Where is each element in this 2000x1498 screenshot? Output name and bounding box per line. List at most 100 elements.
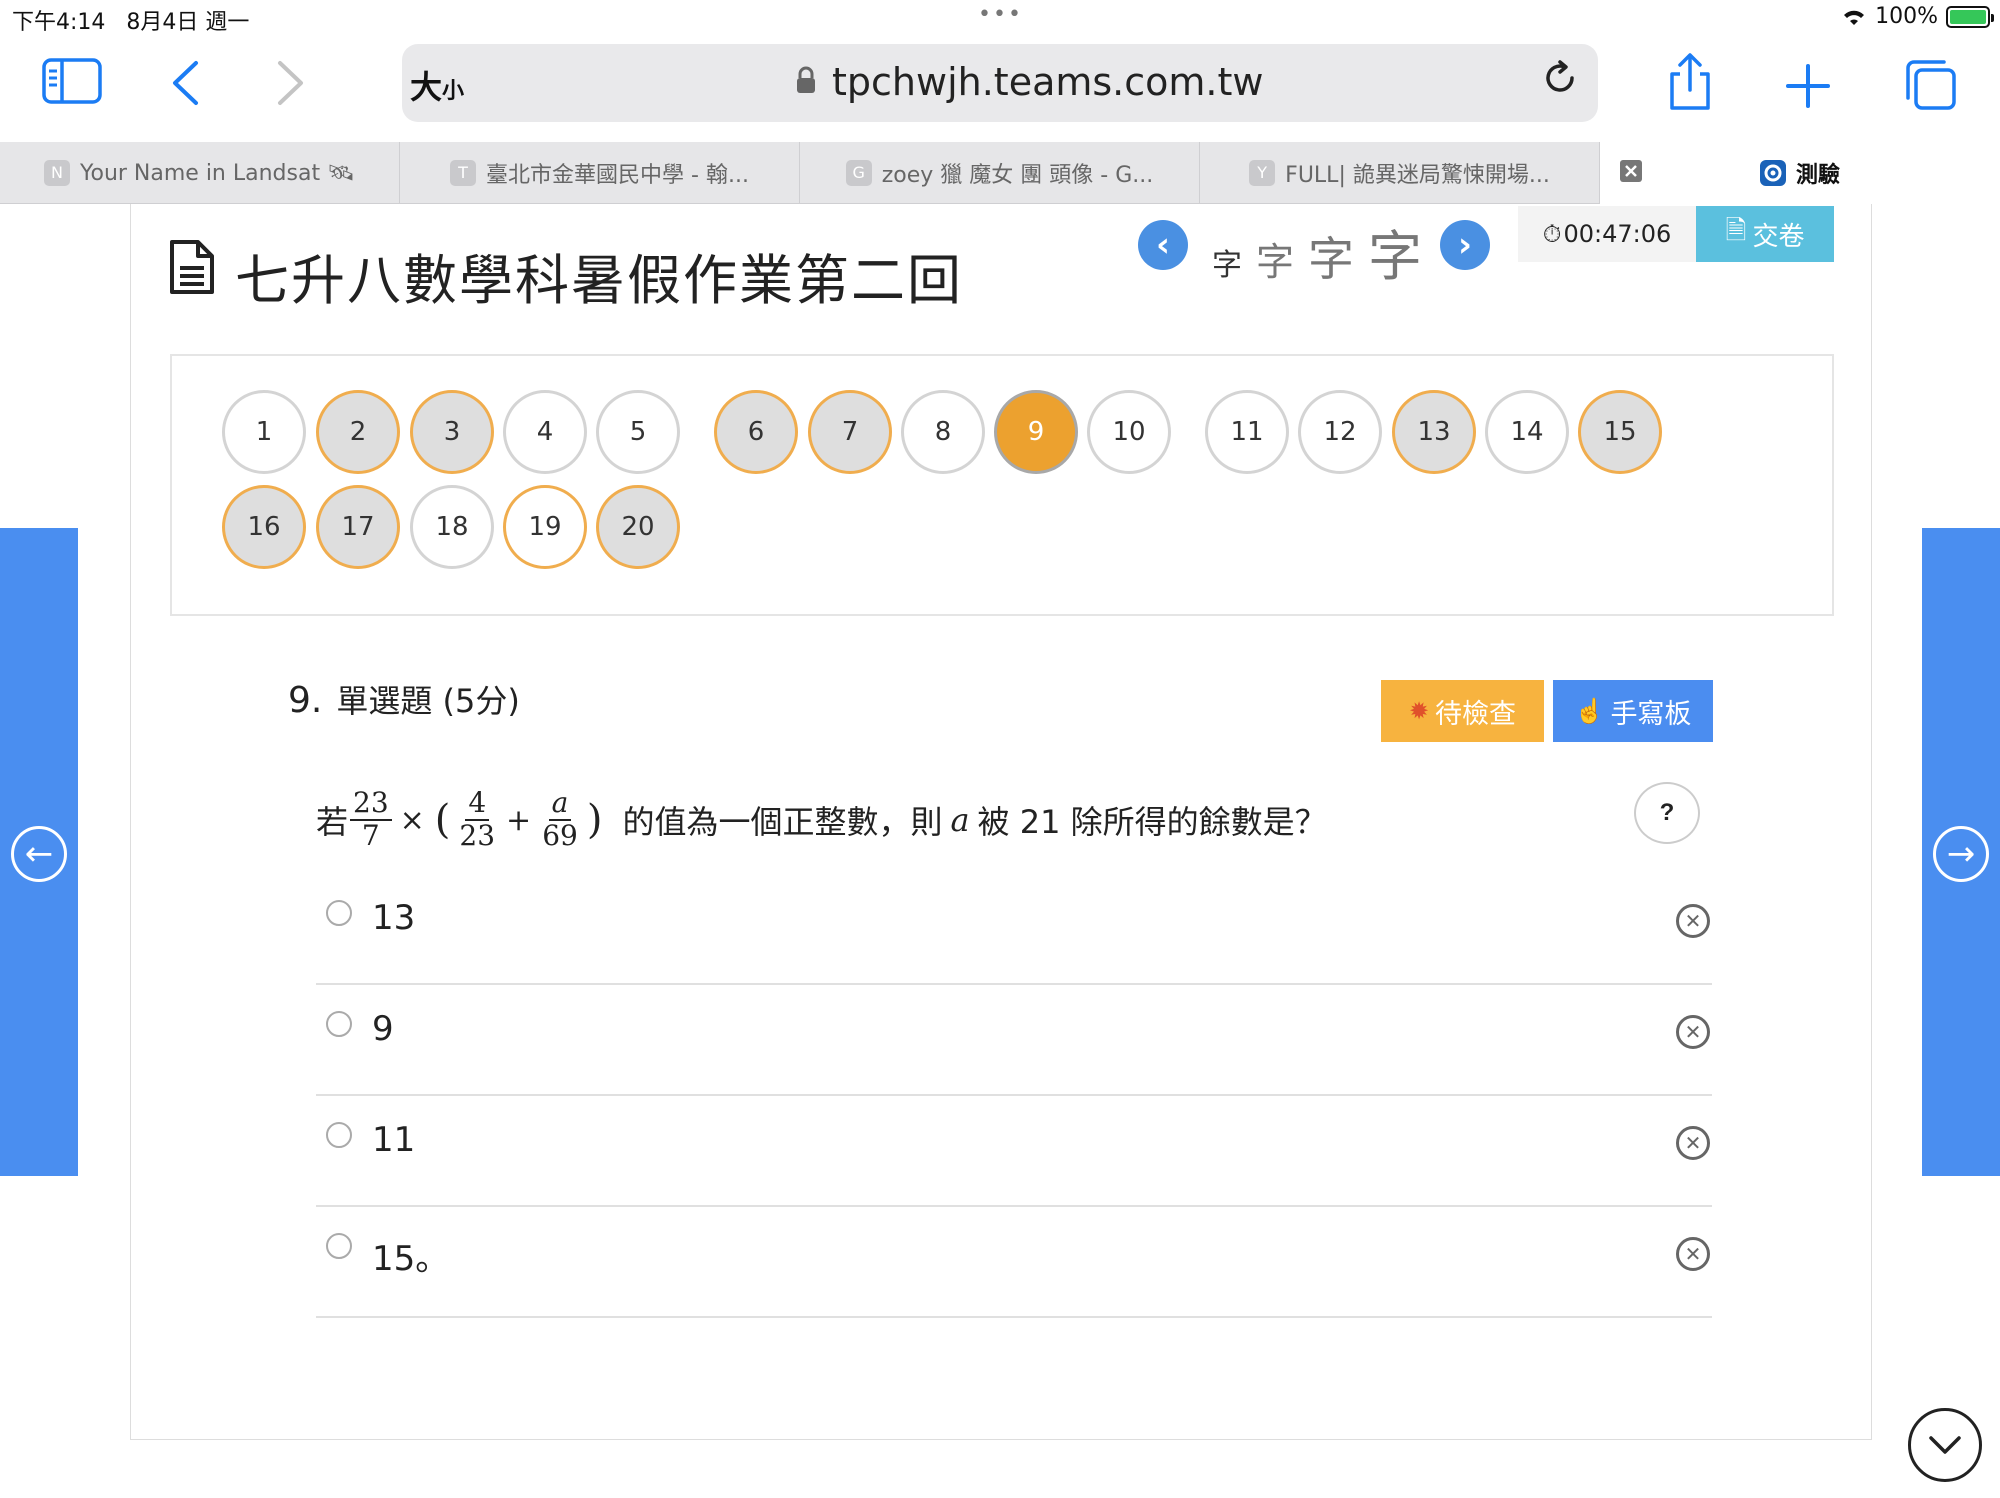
- stem-variable: a: [950, 801, 970, 839]
- question-nav-button[interactable]: 12: [1298, 390, 1382, 474]
- eliminate-option-icon[interactable]: ✕: [1676, 904, 1710, 938]
- close-tab-icon[interactable]: [1620, 160, 1642, 188]
- arrow-left-icon[interactable]: ←: [11, 826, 67, 882]
- question-nav-button[interactable]: 5: [596, 390, 680, 474]
- option-row[interactable]: 15。 ✕: [316, 1207, 1712, 1318]
- question-nav-button[interactable]: 8: [901, 390, 985, 474]
- font-increase-icon[interactable]: ›: [1440, 220, 1490, 270]
- question-nav-button[interactable]: 15: [1578, 390, 1662, 474]
- scroll-down-icon[interactable]: [1908, 1408, 1982, 1482]
- reload-icon[interactable]: [1540, 58, 1580, 108]
- submit-doc-icon: 🗎: [1725, 215, 1747, 245]
- fraction-23-7: 23 7: [350, 787, 392, 852]
- tabs-overview-icon[interactable]: [1904, 58, 1958, 116]
- mark-pending-button[interactable]: ✹ 待檢查: [1381, 680, 1544, 742]
- tab-quiz[interactable]: 測驗: [1600, 142, 2000, 204]
- forward-icon[interactable]: [276, 60, 306, 110]
- question-nav-button[interactable]: 17: [316, 485, 400, 569]
- font-size-option[interactable]: 字: [1308, 223, 1354, 289]
- multitasking-dots[interactable]: •••: [978, 2, 1023, 27]
- frac-num: 23: [350, 787, 392, 821]
- paren-close: ): [586, 797, 603, 843]
- question-nav-button[interactable]: 2: [316, 390, 400, 474]
- page-title: 七升八數學科暑假作業第二回: [235, 249, 963, 312]
- tab-title: 測驗: [1795, 163, 1840, 188]
- question-nav-button[interactable]: 6: [714, 390, 798, 474]
- lock-icon: [796, 66, 816, 94]
- question-nav-button[interactable]: 18: [410, 485, 494, 569]
- status-time: 下午4:14 8月4日 週一: [12, 4, 249, 36]
- tab-title: 臺北市金華國民中學 - 翰...: [486, 163, 749, 188]
- back-icon[interactable]: [170, 60, 200, 110]
- fraction-4-23: 4 23: [456, 787, 498, 852]
- tab-google[interactable]: G zoey 獵 魔女 團 頭像 - G...: [800, 142, 1200, 204]
- tab-favicon: N: [43, 160, 70, 186]
- tab-favicon: T: [450, 160, 477, 186]
- question-header: 9. 單選題 (5分): [288, 676, 520, 722]
- tab-school[interactable]: T 臺北市金華國民中學 - 翰...: [400, 142, 800, 204]
- option-text: 11: [372, 1120, 416, 1160]
- wifi-icon: [1844, 10, 1865, 25]
- pending-label: 待檢查: [1435, 698, 1517, 729]
- eliminate-option-icon[interactable]: ✕: [1676, 1015, 1710, 1049]
- question-nav-button[interactable]: 4: [503, 390, 587, 474]
- url-text[interactable]: tpchwjh.teams.com.tw: [832, 60, 1263, 104]
- question-nav-button[interactable]: 7: [808, 390, 892, 474]
- battery-icon: [1946, 5, 1994, 28]
- bug-icon: ✹: [1408, 697, 1430, 725]
- option-row[interactable]: 9 ✕: [316, 985, 1712, 1096]
- help-button[interactable]: ?: [1634, 782, 1700, 844]
- question-navigator: [170, 354, 1834, 616]
- radio-button[interactable]: [326, 900, 352, 926]
- frac-num: a: [548, 787, 572, 821]
- option-text: 15。: [372, 1239, 450, 1279]
- frac-den: 69: [542, 819, 578, 852]
- hand-pointer-icon: ☝: [1574, 697, 1605, 725]
- new-tab-icon[interactable]: [1786, 64, 1830, 112]
- tab-landsat[interactable]: N Your Name in Landsat 🛰: [0, 142, 400, 204]
- option-row[interactable]: 13 ✕: [316, 874, 1712, 985]
- question-nav-button[interactable]: 11: [1205, 390, 1289, 474]
- option-text: 9: [372, 1009, 394, 1049]
- stopwatch-icon: ⏱: [1542, 220, 1562, 248]
- question-nav-button[interactable]: 3: [410, 390, 494, 474]
- arrow-right-icon[interactable]: →: [1933, 826, 1989, 882]
- date-text: 8月4日 週一: [126, 10, 250, 35]
- question-nav-button[interactable]: 20: [596, 485, 680, 569]
- option-row[interactable]: 11 ✕: [316, 1096, 1712, 1207]
- times-sign: ×: [399, 802, 425, 838]
- size-label-small: 小: [442, 79, 465, 104]
- tab-favicon: G: [845, 160, 872, 186]
- question-stem: 若 23 7 × ( 4 23 + a 69 ) 的值為一個正整數，則 a 被 …: [316, 782, 1327, 858]
- question-nav-button[interactable]: 13: [1392, 390, 1476, 474]
- font-size-option[interactable]: 字: [1368, 212, 1422, 291]
- frac-den: 23: [459, 819, 496, 852]
- question-nav-button[interactable]: 9: [994, 390, 1078, 474]
- font-size-selector: 字 字 字 字: [1212, 212, 1422, 291]
- submit-button[interactable]: 🗎 交卷: [1696, 206, 1834, 262]
- question-nav-button[interactable]: 1: [222, 390, 306, 474]
- font-size-option[interactable]: 字: [1256, 231, 1294, 286]
- radio-button[interactable]: [326, 1233, 352, 1259]
- paren-open: (: [434, 797, 451, 843]
- question-nav-button[interactable]: 19: [503, 485, 587, 569]
- timer: ⏱ 00:47:06: [1518, 206, 1696, 262]
- plus-sign: +: [506, 802, 532, 838]
- font-decrease-icon[interactable]: ‹: [1138, 220, 1188, 270]
- sidebar-toggle-icon[interactable]: [42, 58, 102, 108]
- radio-button[interactable]: [326, 1011, 352, 1037]
- page-size-button[interactable]: 大小: [410, 62, 464, 108]
- tab-youtube[interactable]: Y FULL| 詭異迷局驚悚開場...: [1200, 142, 1600, 204]
- frac-den: 7: [361, 819, 380, 852]
- eliminate-option-icon[interactable]: ✕: [1676, 1126, 1710, 1160]
- battery-percent: 100%: [1875, 4, 1938, 29]
- status-right: 100%: [1841, 4, 1994, 29]
- question-nav-button[interactable]: 16: [222, 485, 306, 569]
- handwriting-board-button[interactable]: ☝ 手寫板: [1553, 680, 1713, 742]
- question-nav-button[interactable]: 14: [1485, 390, 1569, 474]
- share-icon[interactable]: [1666, 52, 1714, 116]
- eliminate-option-icon[interactable]: ✕: [1676, 1237, 1710, 1271]
- question-nav-button[interactable]: 10: [1087, 390, 1171, 474]
- radio-button[interactable]: [326, 1122, 352, 1148]
- font-size-option[interactable]: 字: [1212, 240, 1242, 284]
